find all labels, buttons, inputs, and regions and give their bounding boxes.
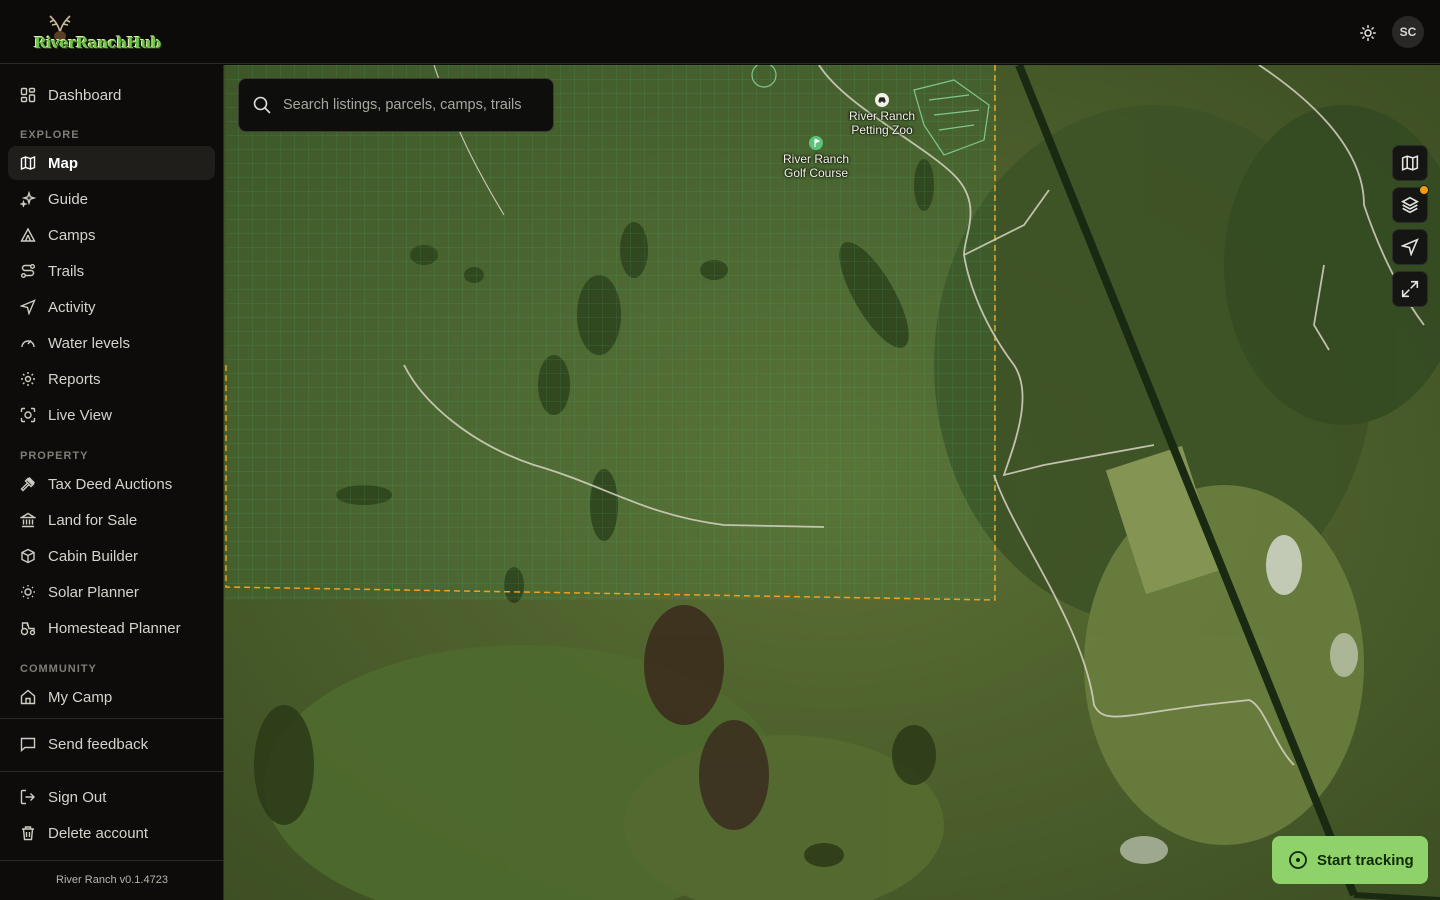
sidebar-item-solar-planner[interactable]: Solar Planner (8, 575, 215, 609)
user-avatar[interactable]: SC (1392, 16, 1424, 48)
sidebar-item-map[interactable]: Map (8, 146, 215, 180)
satellite-map[interactable]: River Ranch Petting Zoo River Ranch Golf… (224, 65, 1440, 900)
sidebar-divider (0, 718, 224, 719)
sidebar-item-dashboard[interactable]: Dashboard (8, 78, 215, 112)
sidebar-item-land-for-sale[interactable]: Land for Sale (8, 503, 215, 537)
tent-icon (20, 227, 36, 242)
search-input[interactable] (283, 97, 523, 113)
map-icon (20, 155, 36, 171)
landmark-icon (20, 512, 36, 528)
sidebar-item-cabin-builder[interactable]: Cabin Builder (8, 539, 215, 573)
sidebar-item-label: Solar Planner (48, 583, 139, 601)
sidebar-item-my-camp[interactable]: My Camp (8, 680, 215, 714)
sidebar-item-label: Camps (48, 226, 96, 244)
delete-account-label: Delete account (48, 824, 149, 842)
reports-icon (21, 372, 35, 386)
sun-icon (21, 585, 35, 599)
log-out-icon (20, 789, 35, 805)
dashboard-icon (20, 87, 36, 103)
sidebar-item-live-view[interactable]: Live View (8, 398, 215, 432)
sidebar-item-label: My Camp (48, 688, 113, 706)
sidebar-item-label: Tax Deed Auctions (48, 475, 173, 493)
map-style-icon (1401, 155, 1419, 171)
sidebar-item-trails[interactable]: Trails (8, 254, 215, 288)
gavel-icon (20, 477, 35, 492)
camera-icon (20, 407, 36, 423)
message-icon (20, 737, 36, 752)
logo-wordmark: RiverRanchHub (34, 34, 161, 52)
map-style-button[interactable] (1392, 145, 1428, 181)
fullscreen-icon (1401, 280, 1419, 298)
sidebar-item-activity[interactable]: Activity (8, 290, 215, 324)
sidebar-item-homestead-planner[interactable]: Homestead Planner (8, 611, 215, 645)
sparkles-icon (20, 191, 36, 207)
locate-icon (1401, 238, 1419, 256)
app-version: River Ranch v0.1.4723 (56, 874, 168, 886)
section-label-property: PROPERTY (20, 450, 89, 462)
sidebar-item-reports[interactable]: Reports (8, 362, 215, 396)
sidebar-item-label: Reports (48, 370, 101, 388)
sidebar-item-label: Land for Sale (48, 511, 138, 529)
sidebar-item-label: Cabin Builder (48, 547, 139, 565)
start-tracking-button[interactable]: Start tracking (1272, 836, 1428, 884)
start-tracking-label: Start tracking (1317, 851, 1414, 869)
navigation-icon (20, 299, 36, 315)
layers-notification-dot (1419, 185, 1429, 195)
search-icon (253, 96, 271, 114)
sidebar-divider (0, 771, 224, 772)
fullscreen-button[interactable] (1392, 271, 1428, 307)
theme-toggle-button[interactable] (1356, 21, 1380, 45)
sidebar-item-label: Map (48, 154, 78, 172)
send-feedback-button[interactable]: Send feedback (8, 727, 215, 761)
top-bar: RiverRanchHub SC (0, 0, 1440, 64)
record-icon (1289, 851, 1307, 869)
box-icon (21, 548, 35, 564)
sidebar-item-label: Dashboard (48, 86, 122, 104)
sidebar: Dashboard EXPLORE Map Guide Camps Trails… (0, 65, 224, 900)
golf-course-marker-icon[interactable] (809, 136, 823, 150)
sign-out-button[interactable]: Sign Out (8, 780, 215, 814)
section-label-explore: EXPLORE (20, 129, 80, 141)
sidebar-item-label: Activity (48, 298, 96, 316)
sidebar-item-label: Guide (48, 190, 89, 208)
send-feedback-label: Send feedback (48, 735, 149, 753)
gauge-icon (21, 340, 35, 348)
sun-icon (1360, 25, 1376, 41)
sign-out-label: Sign Out (48, 788, 107, 806)
home-icon (20, 689, 36, 705)
sidebar-item-tax-deed-auctions[interactable]: Tax Deed Auctions (8, 467, 215, 501)
app-logo[interactable]: RiverRanchHub (14, 10, 161, 52)
sidebar-item-label: Water levels (48, 334, 130, 352)
locate-button[interactable] (1392, 229, 1428, 265)
layers-icon (1401, 196, 1419, 214)
poi-label-petting-zoo[interactable]: River Ranch Petting Zoo (836, 109, 928, 137)
section-label-community: COMMUNITY (20, 663, 97, 675)
route-icon (21, 264, 35, 278)
sidebar-item-label: Trails (48, 262, 85, 280)
sidebar-item-label: Live View (48, 406, 112, 424)
sidebar-item-camps[interactable]: Camps (8, 218, 215, 252)
sidebar-item-water-levels[interactable]: Water levels (8, 326, 215, 360)
sidebar-item-label: Homestead Planner (48, 619, 181, 637)
trash-icon (22, 826, 34, 841)
tractor-icon (20, 622, 36, 636)
poi-label-golf-course[interactable]: River Ranch Golf Course (770, 152, 862, 180)
sidebar-item-guide[interactable]: Guide (8, 182, 215, 216)
delete-account-button[interactable]: Delete account (8, 816, 215, 850)
sidebar-divider (0, 860, 224, 861)
petting-zoo-marker-icon[interactable] (875, 93, 889, 107)
map-search-box[interactable] (238, 78, 554, 132)
map-canvas[interactable] (224, 65, 1440, 900)
